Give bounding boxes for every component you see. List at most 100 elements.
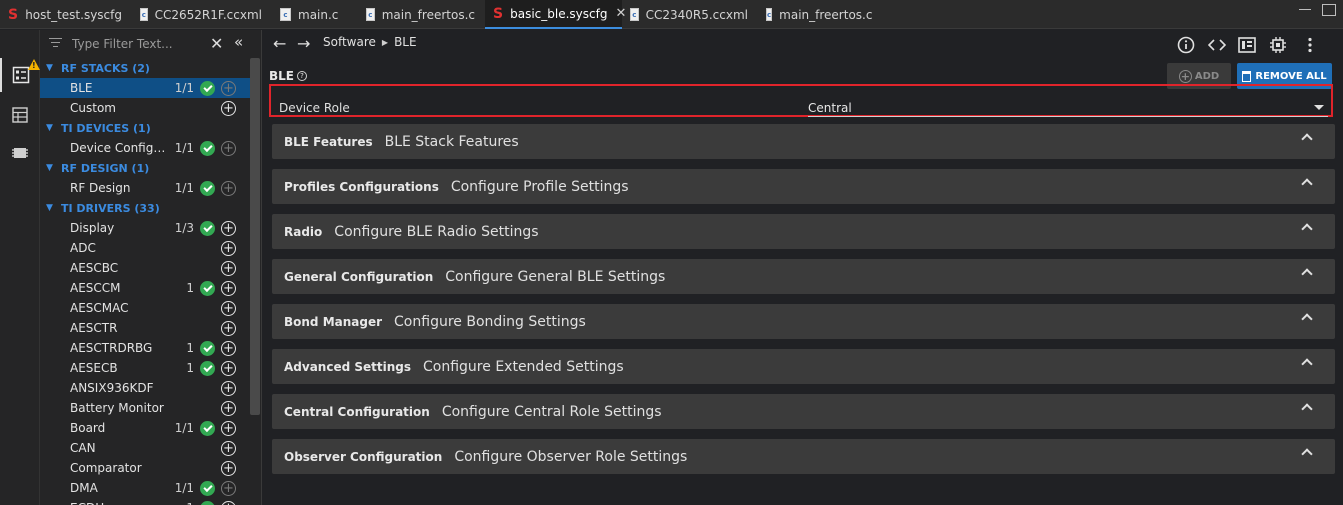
add-instance-icon[interactable]: +: [221, 381, 236, 396]
tree-item-label: RF Design: [70, 181, 131, 195]
add-instance-icon[interactable]: +: [221, 481, 236, 496]
add-button-label: ADD: [1194, 70, 1220, 82]
clear-filter-icon[interactable]: ✕: [210, 34, 223, 53]
instance-count: 1/1: [174, 81, 194, 95]
add-instance-icon[interactable]: +: [221, 401, 236, 416]
minimize-icon[interactable]: [1298, 4, 1312, 16]
add-instance-icon[interactable]: +: [221, 501, 236, 505]
tab-main-c[interactable]: c main.c: [272, 0, 358, 29]
remove-all-label: REMOVE ALL: [1255, 70, 1327, 82]
tab-cc2652r1f-ccxml[interactable]: c CC2652R1F.ccxml: [132, 0, 272, 29]
check-circle-icon: [200, 421, 215, 436]
tree-item[interactable]: AESCTR +: [40, 318, 250, 338]
tab-cc2340r5-ccxml[interactable]: c CC2340R5.ccxml: [622, 0, 758, 29]
tab-basic-ble-syscfg[interactable]: Sbasic_ble.syscfg ✕: [485, 0, 626, 29]
chevron-up-icon[interactable]: [1301, 133, 1313, 145]
tree-item[interactable]: AESCTRDRBG 1 +: [40, 338, 250, 358]
tree-item[interactable]: CAN +: [40, 438, 250, 458]
add-instance-icon[interactable]: +: [221, 461, 236, 476]
breadcrumb-separator-icon: ▶: [381, 37, 389, 47]
chevron-up-icon[interactable]: [1301, 223, 1313, 235]
tree-item[interactable]: RF Design 1/1 +: [40, 178, 250, 198]
add-instance-icon[interactable]: +: [221, 241, 236, 256]
tree-category[interactable]: ▼ TI DEVICES (1): [40, 118, 250, 138]
add-instance-icon[interactable]: +: [221, 101, 236, 116]
tab-main-freertos-c[interactable]: c main_freertos.c: [758, 0, 878, 29]
add-instance-icon[interactable]: +: [221, 361, 236, 376]
tree-item[interactable]: ANSIX936KDF +: [40, 378, 250, 398]
add-instance-icon[interactable]: +: [221, 341, 236, 356]
panel-bond-manager[interactable]: Bond Manager Configure Bonding Settings: [272, 304, 1335, 339]
tree-item-label: BLE: [70, 81, 93, 95]
tree-item-label: ADC: [70, 241, 96, 255]
tab-host-test-syscfg[interactable]: Shost_test.syscfg: [0, 0, 132, 29]
tree-category[interactable]: ▼ RF STACKS (2): [40, 58, 250, 78]
dropdown-caret-icon: [1314, 105, 1324, 110]
panel-profiles-configurations[interactable]: Profiles Configurations Configure Profile…: [272, 169, 1335, 204]
table-icon: [12, 107, 28, 123]
chevron-up-icon[interactable]: [1301, 358, 1313, 370]
memory-view-button[interactable]: [0, 136, 40, 170]
tree-item[interactable]: AESECB 1 +: [40, 358, 250, 378]
panel-general-configuration[interactable]: General Configuration Configure General B…: [272, 259, 1335, 294]
more-options-icon[interactable]: [1299, 34, 1321, 56]
tree-item[interactable]: DMA 1/1 +: [40, 478, 250, 498]
check-circle-icon: [200, 481, 215, 496]
code-view-icon[interactable]: [1206, 34, 1228, 56]
back-arrow-icon[interactable]: ←: [273, 34, 286, 53]
chevron-up-icon[interactable]: [1301, 448, 1313, 460]
add-instance-icon[interactable]: +: [221, 301, 236, 316]
filter-input[interactable]: [72, 34, 202, 54]
add-instance-icon[interactable]: +: [221, 321, 236, 336]
tree-item[interactable]: Board 1/1 +: [40, 418, 250, 438]
add-instance-icon[interactable]: +: [221, 281, 236, 296]
breadcrumb-software[interactable]: Software: [323, 35, 376, 49]
sidebar-scrollbar[interactable]: [250, 58, 260, 415]
panel-central-configuration[interactable]: Central Configuration Configure Central R…: [272, 394, 1335, 429]
chevron-up-icon[interactable]: [1301, 313, 1313, 325]
add-instance-icon[interactable]: +: [221, 181, 236, 196]
add-instance-icon[interactable]: +: [221, 81, 236, 96]
collapse-sidebar-icon[interactable]: «: [234, 33, 243, 51]
category-label: TI DRIVERS (33): [61, 201, 160, 215]
forward-arrow-icon[interactable]: →: [297, 34, 310, 53]
tree-item-label: AESCBC: [70, 261, 119, 275]
tree-item[interactable]: Custom +: [40, 98, 250, 118]
tree-item[interactable]: Battery Monitor +: [40, 398, 250, 418]
tree-category[interactable]: ▼ RF DESIGN (1): [40, 158, 250, 178]
board-view-icon[interactable]: [1236, 34, 1258, 56]
panel-name: BLE Features: [284, 134, 373, 149]
tree-item[interactable]: ECDH 1 +: [40, 498, 250, 505]
tab-main-freertos-c[interactable]: c main_freertos.c: [358, 0, 485, 29]
tree-item[interactable]: Device Configur... 1/1 +: [40, 138, 250, 158]
chevron-up-icon[interactable]: [1301, 178, 1313, 190]
help-icon[interactable]: ?: [297, 71, 307, 81]
tree-item-label: ECDH: [70, 501, 170, 505]
tree-item[interactable]: AESCCM 1 +: [40, 278, 250, 298]
tree-item[interactable]: Display 1/3 +: [40, 218, 250, 238]
tree-category[interactable]: ▼ TI DRIVERS (33): [40, 198, 250, 218]
chevron-up-icon[interactable]: [1301, 403, 1313, 415]
info-icon[interactable]: [1175, 34, 1197, 56]
panel-observer-configuration[interactable]: Observer Configuration Configure Observer…: [272, 439, 1335, 474]
tree-item[interactable]: BLE 1/1 +: [40, 78, 250, 98]
add-instance-icon[interactable]: +: [221, 441, 236, 456]
config-view-button[interactable]: [0, 58, 40, 92]
tree-item[interactable]: Comparator +: [40, 458, 250, 478]
tree-item[interactable]: AESCBC +: [40, 258, 250, 278]
add-instance-icon[interactable]: +: [221, 141, 236, 156]
add-instance-icon[interactable]: +: [221, 421, 236, 436]
tree-item[interactable]: AESCMAC +: [40, 298, 250, 318]
tree-item[interactable]: ADC +: [40, 238, 250, 258]
device-role-select[interactable]: Central: [808, 96, 1328, 117]
chip-view-icon[interactable]: [1267, 34, 1289, 56]
panel-name: Radio: [284, 224, 323, 239]
panel-advanced-settings[interactable]: Advanced Settings Configure Extended Sett…: [272, 349, 1335, 384]
chevron-up-icon[interactable]: [1301, 268, 1313, 280]
table-view-button[interactable]: [0, 98, 40, 132]
add-instance-icon[interactable]: +: [221, 221, 236, 236]
panel-ble-features[interactable]: BLE Features BLE Stack Features: [272, 124, 1335, 159]
maximize-icon[interactable]: [1322, 4, 1336, 16]
panel-radio[interactable]: Radio Configure BLE Radio Settings: [272, 214, 1335, 249]
add-instance-icon[interactable]: +: [221, 261, 236, 276]
